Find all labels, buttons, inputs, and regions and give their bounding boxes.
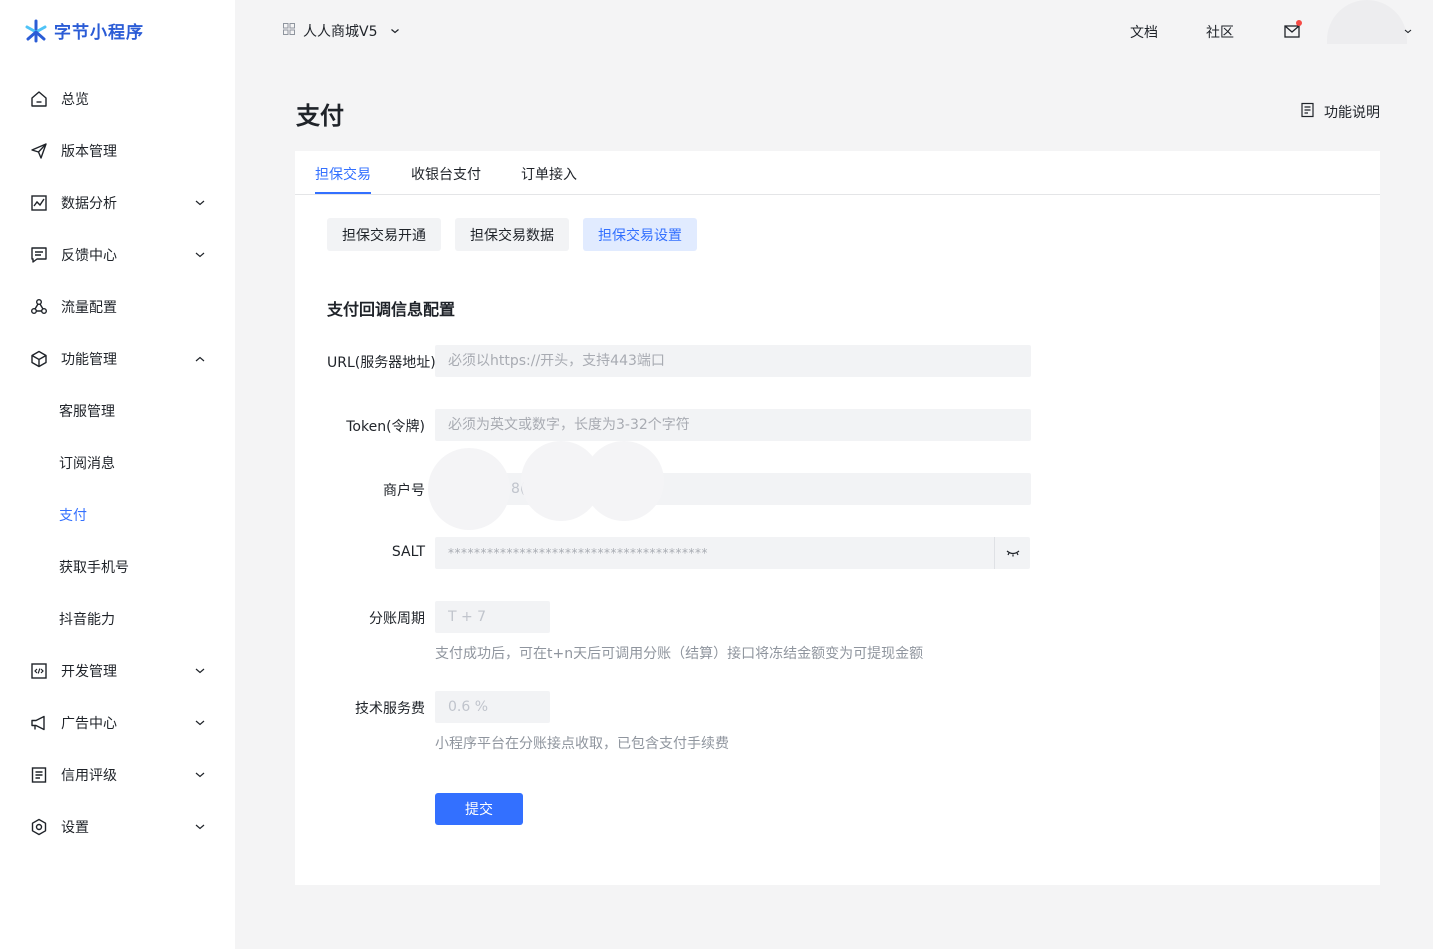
community-link[interactable]: 社区 [1206, 22, 1234, 42]
eye-closed-icon[interactable] [994, 537, 1030, 569]
service-fee-hint: 小程序平台在分账接点收取，已包含支付手续费 [435, 736, 729, 752]
sidebar-item-versions[interactable]: 版本管理 [0, 131, 235, 171]
send-icon [30, 142, 48, 160]
gear-icon [30, 818, 48, 836]
chevron-up-icon [193, 352, 207, 366]
sidebar-item-label: 反馈中心 [61, 248, 117, 264]
brand-name: 字节小程序 [54, 23, 144, 43]
doc-icon [1300, 102, 1315, 122]
salt-masked-value: **************************************** [448, 546, 708, 560]
function-description-link[interactable]: 功能说明 [1300, 102, 1380, 122]
docs-link[interactable]: 文档 [1130, 22, 1158, 42]
tab-order-integration[interactable]: 订单接入 [521, 164, 577, 184]
code-icon [30, 662, 48, 680]
token-input[interactable] [435, 409, 1031, 441]
sidebar-item-label: 功能管理 [61, 352, 117, 368]
segment-data[interactable]: 担保交易数据 [455, 218, 569, 251]
url-input[interactable] [435, 345, 1031, 377]
settle-cycle-input[interactable] [435, 601, 550, 633]
settle-cycle-label: 分账周期 [369, 611, 425, 627]
privacy-mask [584, 441, 664, 521]
tab-cashier-payment[interactable]: 收银台支付 [411, 164, 481, 184]
avatar[interactable] [1327, 0, 1407, 44]
sidebar-item-label: 开发管理 [61, 664, 117, 680]
sidebar-item-settings[interactable]: 设置 [0, 807, 235, 847]
sidebar-item-traffic[interactable]: 流量配置 [0, 287, 235, 327]
sidebar-item-overview[interactable]: 总览 [0, 79, 235, 119]
sidebar-subitem-subscription[interactable]: 订阅消息 [0, 443, 235, 483]
settle-cycle-hint: 支付成功后，可在t+n天后可调用分账（结算）接口将冻结金额变为可提现金额 [435, 646, 924, 662]
section-title: 支付回调信息配置 [327, 300, 456, 319]
sidebar-subitem-label: 支付 [59, 508, 87, 524]
sidebar-item-label: 总览 [61, 92, 89, 108]
mail-icon[interactable] [1283, 20, 1302, 40]
salt-field[interactable]: **************************************** [435, 537, 1030, 569]
brand-logo[interactable]: 字节小程序 [24, 18, 144, 43]
sidebar-item-feedback[interactable]: 反馈中心 [0, 235, 235, 275]
document-icon [30, 766, 48, 784]
salt-label: SALT [391, 544, 425, 560]
notification-dot [1296, 20, 1302, 26]
sidebar-subitem-label: 获取手机号 [59, 560, 129, 576]
chevron-down-icon [193, 716, 207, 730]
sidebar-subitem-label: 订阅消息 [59, 456, 115, 472]
sidebar-item-label: 版本管理 [61, 144, 117, 160]
sidebar-subitem-label: 抖音能力 [59, 612, 115, 628]
network-icon [30, 298, 48, 316]
payment-card: 担保交易 收银台支付 订单接入 担保交易开通 担保交易数据 担保交易设置 支付回… [295, 151, 1380, 885]
sidebar-item-ads[interactable]: 广告中心 [0, 703, 235, 743]
chevron-down-icon [193, 768, 207, 782]
sidebar-item-features[interactable]: 功能管理 [0, 339, 235, 379]
sidebar-item-credit[interactable]: 信用评级 [0, 755, 235, 795]
service-fee-label: 技术服务费 [355, 701, 425, 717]
app-name: 人人商城V5 [303, 24, 378, 40]
sidebar-item-label: 流量配置 [61, 300, 117, 316]
chevron-down-icon [193, 664, 207, 678]
sidebar-subitem-label: 客服管理 [59, 404, 115, 420]
message-icon [30, 246, 48, 264]
sidebar: 字节小程序 总览 版本管理 数据分析 反馈中心 流量配置 功能管理 客服管理 订… [0, 0, 235, 949]
url-label: URL(服务器地址) [327, 355, 436, 371]
sidebar-item-label: 设置 [61, 820, 89, 836]
chevron-down-icon[interactable] [1403, 24, 1413, 34]
segment-activation[interactable]: 担保交易开通 [327, 218, 441, 251]
merchant-id-label: 商户号 [383, 483, 425, 499]
sidebar-subitem-payment[interactable]: 支付 [0, 495, 235, 535]
megaphone-icon [30, 714, 48, 732]
chevron-down-icon [193, 820, 207, 834]
sidebar-subitem-douyin[interactable]: 抖音能力 [0, 599, 235, 639]
page-title: 支付 [296, 102, 344, 130]
sidebar-item-label: 数据分析 [61, 196, 117, 212]
sidebar-item-label: 广告中心 [61, 716, 117, 732]
function-description-label: 功能说明 [1324, 105, 1380, 121]
home-icon [30, 90, 48, 108]
chevron-down-icon [389, 25, 401, 37]
token-label: Token(令牌) [346, 419, 425, 435]
sidebar-subitem-customer-service[interactable]: 客服管理 [0, 391, 235, 431]
sidebar-subitem-phone[interactable]: 获取手机号 [0, 547, 235, 587]
chevron-down-icon [193, 196, 207, 210]
tab-bar: 担保交易 收银台支付 订单接入 [295, 151, 1380, 195]
app-switcher[interactable]: 人人商城V5 [283, 21, 401, 41]
cube-icon [30, 350, 48, 368]
top-bar: 人人商城V5 文档 社区 [235, 0, 1433, 62]
tab-active-indicator [315, 192, 371, 194]
chart-icon [30, 194, 48, 212]
sidebar-item-development[interactable]: 开发管理 [0, 651, 235, 691]
grid-icon [283, 23, 295, 39]
sidebar-item-analytics[interactable]: 数据分析 [0, 183, 235, 223]
brand-mark-icon [24, 19, 48, 43]
sidebar-item-label: 信用评级 [61, 768, 117, 784]
submit-button[interactable]: 提交 [435, 793, 523, 825]
chevron-down-icon [193, 248, 207, 262]
segment-settings[interactable]: 担保交易设置 [583, 218, 697, 251]
privacy-mask [428, 448, 510, 530]
tab-guaranteed-transaction[interactable]: 担保交易 [315, 164, 371, 184]
service-fee-input[interactable] [435, 691, 550, 723]
